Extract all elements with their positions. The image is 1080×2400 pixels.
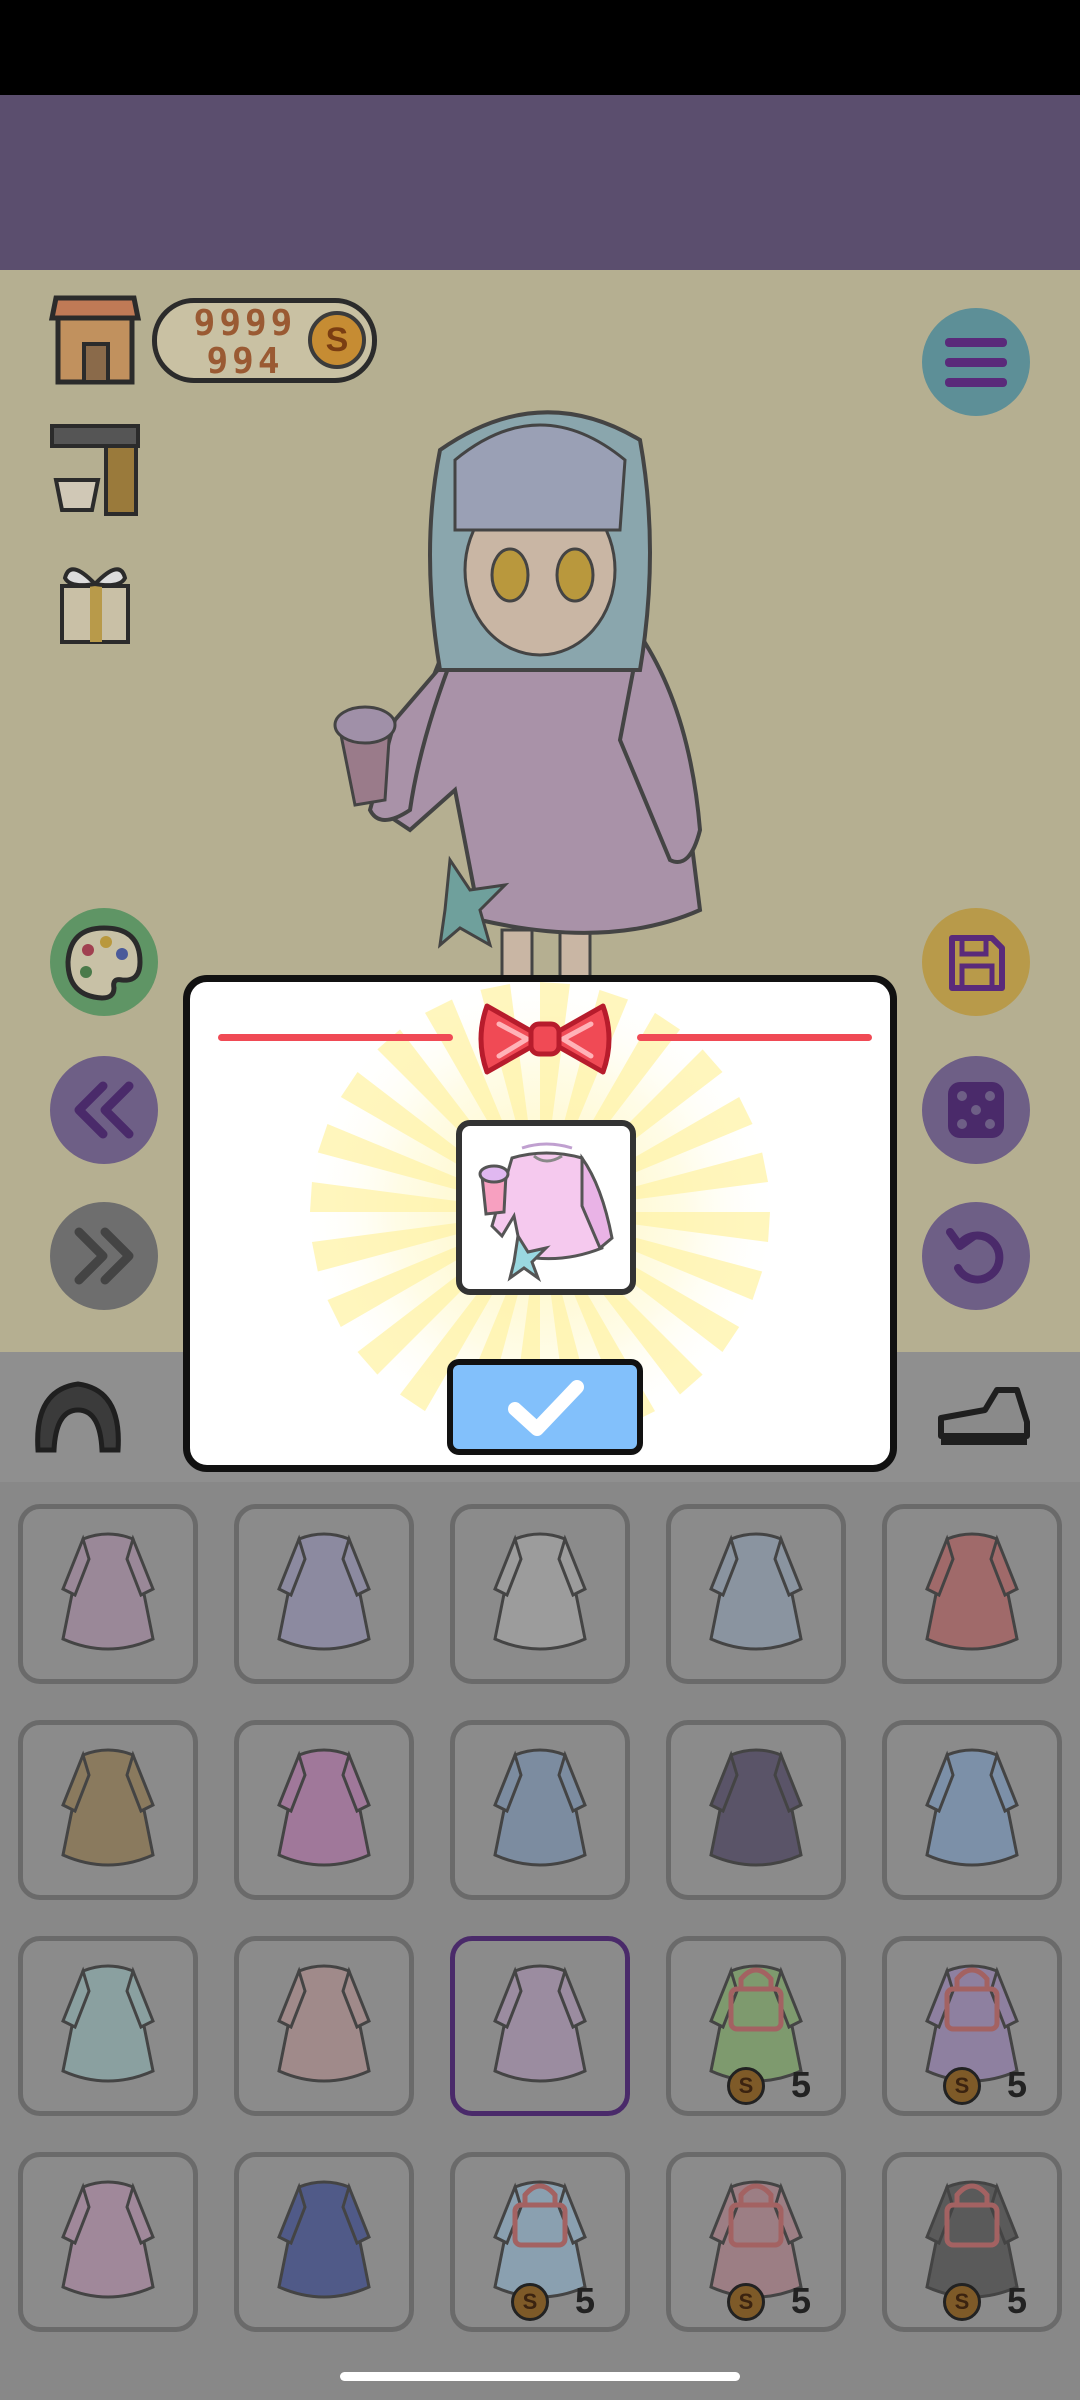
save-button[interactable]	[922, 908, 1030, 1016]
dice-icon	[948, 1082, 1004, 1138]
item-sailor-shirt[interactable]: S 5	[450, 2152, 630, 2332]
price-tag: S 5	[887, 2280, 1057, 2323]
ad-banner	[0, 95, 1080, 270]
random-button[interactable]	[922, 1056, 1030, 1164]
item-image	[493, 1964, 587, 2083]
item-grid: S 5 S 5 S 5 S 5 S 5	[0, 1482, 1080, 2400]
coin-icon: S	[943, 2067, 981, 2105]
shoe-category-icon	[938, 1387, 1030, 1445]
confirm-button[interactable]	[447, 1359, 643, 1455]
item-sailor-top[interactable]	[882, 1720, 1062, 1900]
item-plaid-dress[interactable]: S 5	[666, 2152, 846, 2332]
item-image	[925, 1532, 1019, 1651]
hair-category-icon	[35, 1381, 121, 1453]
undo-button[interactable]	[922, 1202, 1030, 1310]
coin-icon: S	[943, 2283, 981, 2321]
reward-item-image	[478, 1142, 614, 1283]
item-pink-overall[interactable]	[18, 2152, 198, 2332]
price-value: 5	[791, 2280, 812, 2321]
item-image	[61, 1748, 155, 1867]
item-purple-dress[interactable]: S 5	[882, 1936, 1062, 2116]
ribbon-icon	[478, 1003, 612, 1075]
price-value: 5	[1007, 2064, 1028, 2105]
gift-icon	[60, 567, 130, 644]
price-tag: S 5	[671, 2280, 841, 2323]
item-image	[925, 1748, 1019, 1867]
forward-button[interactable]	[50, 1202, 158, 1310]
item-navy-heart-dress[interactable]	[666, 1720, 846, 1900]
item-pink-sweater[interactable]	[450, 1936, 630, 2116]
price-tag: S 5	[887, 2064, 1057, 2107]
item-image	[709, 1748, 803, 1867]
palette-icon	[65, 925, 143, 1001]
item-brown-jacket[interactable]	[18, 1720, 198, 1900]
price-tag: S 5	[455, 2280, 625, 2323]
shop-button[interactable]	[46, 288, 144, 388]
item-blue-mermaid-dress[interactable]	[666, 1504, 846, 1684]
item-white-lace-dress[interactable]	[450, 1504, 630, 1684]
item-pink-ruffle-dress[interactable]	[18, 1504, 198, 1684]
coin-amount-line1: 9999	[193, 303, 297, 344]
back-button[interactable]	[50, 1056, 158, 1164]
palette-button[interactable]	[50, 908, 158, 1016]
price-value: 5	[791, 2064, 812, 2105]
item-pink-hoodie[interactable]	[882, 1504, 1062, 1684]
hair-category-tab[interactable]	[28, 1370, 128, 1465]
item-image	[277, 1964, 371, 2083]
item-image	[61, 1532, 155, 1651]
shop-icon	[48, 295, 142, 385]
item-image	[277, 1532, 371, 1651]
coffee-machine-button[interactable]	[46, 420, 144, 520]
coin-amount-line2: 994	[206, 341, 284, 382]
undo-icon	[946, 1228, 1004, 1284]
menu-button[interactable]	[922, 308, 1030, 416]
status-bar	[0, 0, 1080, 95]
item-image	[709, 1532, 803, 1651]
item-pink-kimono[interactable]	[234, 1936, 414, 2116]
price-value: 5	[1007, 2280, 1028, 2321]
forward-icon	[74, 1227, 134, 1285]
divider-left	[218, 1034, 453, 1041]
coin-icon: S	[511, 2283, 549, 2321]
item-pink-frill-dress[interactable]	[234, 1720, 414, 1900]
shoe-category-tab[interactable]	[935, 1382, 1035, 1452]
coin-icon: S	[727, 2067, 765, 2105]
price-tag: S 5	[671, 2064, 841, 2107]
divider-right	[637, 1034, 872, 1041]
item-image	[493, 1748, 587, 1867]
item-image	[277, 1748, 371, 1867]
item-grey-sweater[interactable]: S 5	[882, 2152, 1062, 2332]
reward-item-card	[456, 1120, 636, 1295]
item-image	[61, 2180, 155, 2299]
price-value: 5	[575, 2280, 596, 2321]
save-icon	[949, 935, 1005, 991]
coin-icon: S	[727, 2283, 765, 2321]
item-image	[493, 1532, 587, 1651]
gift-button[interactable]	[40, 548, 150, 648]
coin-icon: S	[308, 311, 366, 369]
item-green-top[interactable]: S 5	[666, 1936, 846, 2116]
home-indicator[interactable]	[340, 2372, 740, 2381]
item-image	[277, 2180, 371, 2299]
checkmark-icon	[508, 1380, 584, 1436]
coin-amount: 9999 994	[185, 305, 305, 381]
item-image	[61, 1964, 155, 2083]
item-lavender-dress[interactable]	[234, 1504, 414, 1684]
menu-icon	[945, 338, 1007, 387]
back-icon	[74, 1081, 134, 1139]
item-mint-dress[interactable]	[18, 1936, 198, 2116]
coin-counter: 9999 994 S	[152, 298, 377, 383]
coffee-machine-icon	[50, 424, 140, 516]
item-maid-dress[interactable]	[234, 2152, 414, 2332]
item-blue-long-dress[interactable]	[450, 1720, 630, 1900]
reward-dialog	[183, 975, 897, 1472]
